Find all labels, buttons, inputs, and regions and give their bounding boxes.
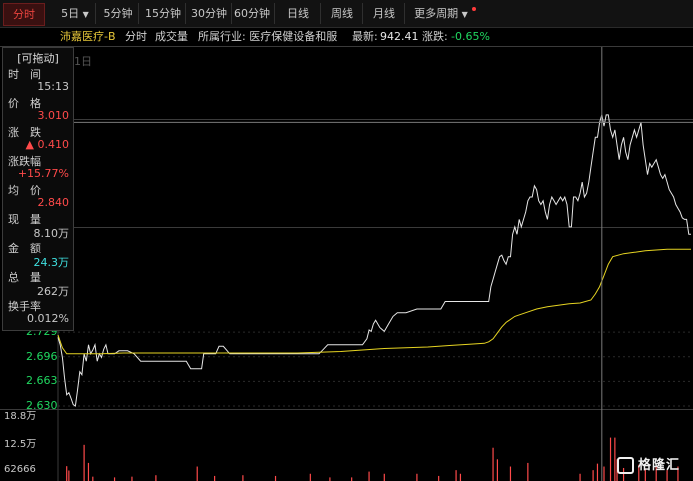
top-date-label: 1日 xyxy=(74,55,92,68)
panel-value: ▲ 0.410 xyxy=(25,138,69,151)
panel-value: 0.012% xyxy=(27,312,69,325)
panel-value: 262万 xyxy=(37,285,69,298)
panel-label: 价 格 xyxy=(8,97,41,110)
volume-bars xyxy=(66,437,679,481)
crosshair-cursor xyxy=(58,47,693,481)
panel-label: 均 价 xyxy=(8,184,41,197)
panel-value: +15.77% xyxy=(17,167,69,180)
panel-value: 3.010 xyxy=(37,109,70,122)
volume-tick-label: 62666 xyxy=(4,464,36,475)
chart-grid xyxy=(0,46,693,481)
average-price-line xyxy=(57,248,691,355)
panel-value: 15:13 xyxy=(37,80,69,93)
price-tick-label: 2.696 xyxy=(26,349,58,363)
gelonghui-logo: 格隆汇 xyxy=(617,454,691,478)
price-line xyxy=(57,114,691,407)
data-tooltip-panel[interactable]: [可拖动] 时 间 15:13 价 格 3.010 涨 跌 ▲ 0.410 涨跌幅 +15.7… xyxy=(2,47,74,331)
price-lines xyxy=(57,114,691,407)
volume-tick-label: 12.5万 xyxy=(4,439,37,450)
panel-value: 8.10万 xyxy=(33,227,70,240)
logo-text: 格隆汇 xyxy=(638,458,681,473)
price-tick-label: 2.663 xyxy=(26,374,58,388)
panel-drag-title[interactable]: [可拖动] xyxy=(3,50,73,66)
panel-value: 2.840 xyxy=(37,196,70,209)
panel-label: 时 间 xyxy=(8,68,41,81)
intraday-chart[interactable] xyxy=(0,0,693,481)
volume-tick-label: 18.8万 xyxy=(4,411,37,422)
logo-icon xyxy=(617,457,634,474)
panel-value: 24.3万 xyxy=(33,256,70,269)
